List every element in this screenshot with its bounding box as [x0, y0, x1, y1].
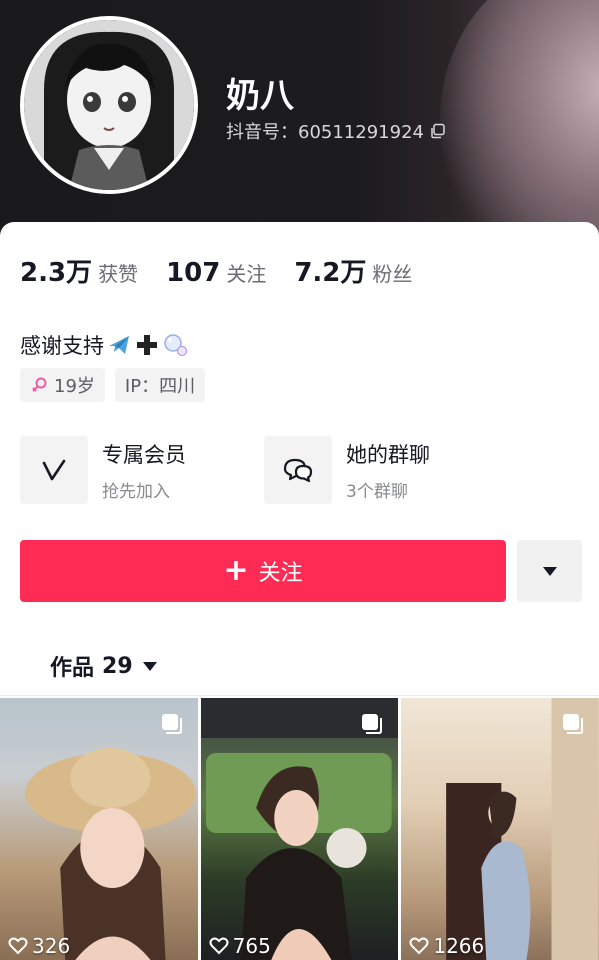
female-icon: [32, 377, 47, 392]
douyin-id: 抖音号：60511291924: [226, 122, 424, 143]
copy-icon[interactable]: [430, 123, 446, 139]
stat-label: 关注: [226, 262, 267, 286]
heart-icon: [8, 937, 28, 955]
heart-icon: [409, 937, 429, 955]
works-label: 作品: [50, 656, 95, 681]
feature-text: 她的群聊 3个群聊: [346, 439, 430, 502]
feature-title: 她的群聊: [346, 442, 430, 467]
tag-ip-location: IP：四川: [114, 368, 206, 402]
like-count: 1266: [433, 934, 485, 958]
video-thumbnail[interactable]: 765: [200, 698, 399, 960]
multi-image-icon: [563, 714, 584, 734]
thumbnail-image: [446, 698, 599, 960]
avatar[interactable]: [20, 16, 198, 194]
like-count: 765: [232, 934, 271, 958]
stats-row: 2.3万 获赞 107 关注 7.2万 粉丝: [20, 252, 412, 289]
video-grid: 326 765 1266: [0, 698, 599, 960]
stat-value: 2.3万: [20, 258, 93, 288]
airplane-emoji-icon: [109, 336, 129, 354]
feature-icon-box: [20, 436, 88, 504]
more-options-button[interactable]: [517, 540, 582, 602]
caret-down-icon: [542, 566, 557, 576]
stat-likes[interactable]: 2.3万 获赞: [20, 252, 138, 289]
feature-title: 专属会员: [102, 442, 186, 467]
feature-subtitle: 抢先加入: [102, 481, 170, 502]
video-thumbnail[interactable]: 1266: [401, 698, 599, 960]
plus-icon: +: [223, 553, 249, 588]
feature-icon-box: [264, 436, 332, 504]
stat-label: 获赞: [98, 262, 139, 286]
bio-text: 感谢支持: [20, 334, 104, 358]
features-row: 专属会员 抢先加入 她的群聊 3个群聊: [20, 436, 472, 504]
feature-text: 专属会员 抢先加入: [102, 439, 186, 502]
tab-divider: [0, 695, 599, 696]
heart-icon: [209, 937, 229, 955]
like-count-row: 1266: [409, 934, 484, 958]
feature-membership[interactable]: 专属会员 抢先加入: [20, 436, 228, 504]
tab-works[interactable]: 作品 29: [50, 650, 157, 682]
multi-image-icon: [161, 714, 182, 734]
group-chat-icon: [283, 458, 313, 483]
display-name: 奶八: [226, 76, 294, 116]
profile-card: 2.3万 获赞 107 关注 7.2万 粉丝 感谢支持 19岁 IP：四川 专属…: [0, 222, 599, 960]
tags-row: 19岁 IP：四川: [20, 368, 206, 402]
avatar-illustration: [24, 20, 194, 190]
follow-button[interactable]: + 关注: [20, 540, 506, 602]
douyin-id-row[interactable]: 抖音号：60511291924: [226, 118, 446, 144]
like-count-row: 326: [8, 934, 70, 958]
thumbnail-image: [25, 748, 196, 960]
plus-emoji-icon: [137, 335, 157, 355]
stat-label: 粉丝: [372, 262, 413, 286]
tag-ip-label: IP：四川: [124, 376, 196, 397]
video-thumbnail[interactable]: 326: [0, 698, 198, 960]
header-glow-decoration: [440, 0, 599, 240]
like-count-row: 765: [209, 934, 271, 958]
chevron-down-icon: [142, 661, 157, 671]
bio: 感谢支持: [20, 330, 188, 360]
works-count: 29: [102, 653, 133, 679]
bubbles-emoji-icon: [164, 334, 188, 357]
follow-label: 关注: [258, 561, 303, 586]
multi-image-icon: [362, 714, 383, 734]
stat-followers[interactable]: 7.2万 粉丝: [294, 252, 412, 289]
tag-age: 19岁: [20, 368, 105, 402]
stat-following[interactable]: 107 关注: [166, 258, 266, 288]
feature-subtitle: 3个群聊: [346, 481, 408, 502]
stat-value: 107: [166, 258, 221, 288]
stat-value: 7.2万: [294, 258, 367, 288]
thumbnail-image: [200, 698, 399, 960]
tag-age-label: 19岁: [54, 376, 95, 397]
vip-v-icon: [42, 459, 66, 481]
like-count: 326: [32, 934, 71, 958]
feature-group-chat[interactable]: 她的群聊 3个群聊: [264, 436, 472, 504]
